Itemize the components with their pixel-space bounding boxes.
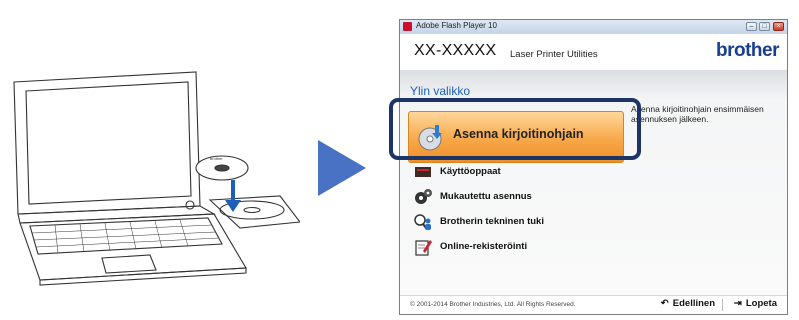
laptop-cd-illustration: brother — [13, 71, 300, 286]
menu-item-label: Brotherin tekninen tuki — [440, 216, 544, 227]
book-icon — [415, 167, 431, 177]
gears-icon — [415, 189, 432, 204]
highlight-frame — [389, 98, 641, 160]
registration-icon — [415, 240, 432, 256]
laptop-screen-bezel — [13, 71, 201, 215]
menu-item-label: Käyttöoppaat — [440, 166, 501, 177]
insert-arrow-icon — [225, 180, 241, 212]
model-name: XX-XXXXX — [414, 42, 497, 59]
menu-item-label: Mukautettu asennus — [440, 191, 532, 202]
support-icon — [414, 214, 431, 230]
copyright-text: © 2001-2014 Brother Industries, Ltd. All… — [410, 301, 576, 308]
menu-description: Asenna kirjoitinohjain ensimmäisen asenn… — [631, 104, 764, 124]
close-button[interactable]: × — [773, 22, 784, 31]
laptop-screen — [25, 81, 192, 205]
exit-label: Lopeta — [745, 298, 777, 309]
window-title: Adobe Flash Player 10 — [416, 21, 497, 30]
brother-logo: brother — [716, 40, 780, 61]
exit-button[interactable]: ⇥ Lopeta — [734, 298, 777, 312]
menu-title: Ylin valikko — [410, 84, 471, 98]
back-label: Edellinen — [672, 298, 715, 309]
back-button[interactable]: ↶ Edellinen — [661, 298, 715, 312]
svg-text:brother: brother — [210, 156, 223, 161]
footer-separator — [722, 299, 723, 311]
app-header: XX-XXXXX Laser Printer Utilities brother — [400, 34, 787, 70]
exit-door-icon: ⇥ — [733, 298, 742, 309]
window-footer: © 2001-2014 Brother Industries, Ltd. All… — [400, 295, 787, 314]
maximize-button[interactable]: □ — [759, 22, 770, 31]
menu-item-label: Online-rekisteröinti — [440, 241, 528, 252]
next-step-arrow-icon — [318, 140, 366, 196]
flash-player-icon — [403, 22, 412, 31]
laptop-touchpad — [101, 254, 157, 274]
minimize-button[interactable]: – — [746, 22, 757, 31]
title-bar: Adobe Flash Player 10 – □ × — [400, 20, 787, 35]
product-name: Laser Printer Utilities — [510, 49, 598, 60]
back-arrow-icon: ↶ — [660, 298, 669, 309]
installer-window: Adobe Flash Player 10 – □ × XX-XXXXX Las… — [399, 19, 788, 315]
